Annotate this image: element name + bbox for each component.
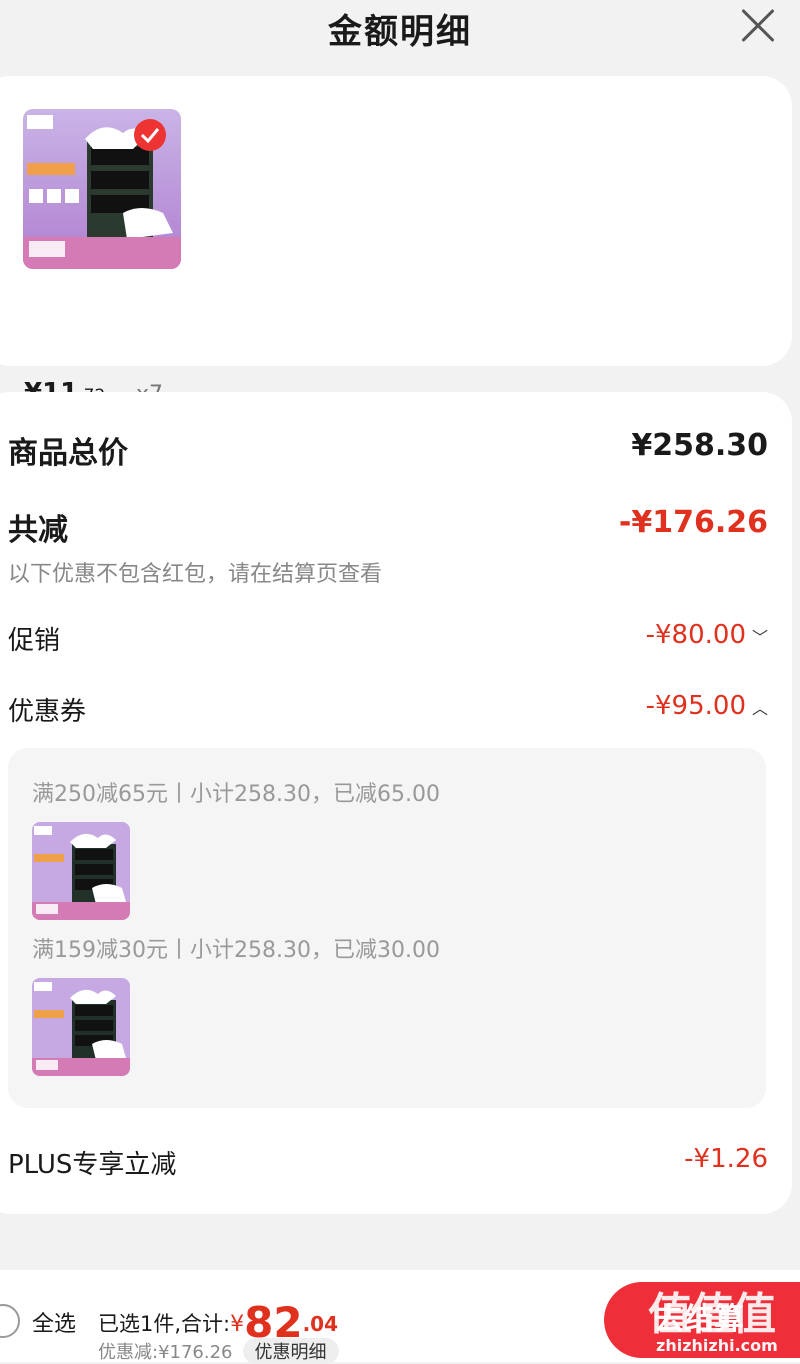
coupon-product-thumb-1[interactable] (32, 822, 130, 920)
coupon-value: -¥95.00 (645, 691, 746, 721)
tissue-thumb-icon (32, 822, 130, 920)
coupon-label: 优惠券 (8, 697, 87, 727)
product-image[interactable] (23, 109, 181, 269)
currency-symbol: ¥ (230, 1312, 245, 1337)
selected-prefix: 已选1件,合计: (98, 1312, 231, 1336)
tissue-thumb-icon (32, 978, 130, 1076)
total-reduce-label: 共减 (8, 513, 68, 548)
chevron-up-icon[interactable]: ︿ (752, 695, 768, 719)
chevron-down-icon[interactable]: ﹀ (752, 624, 768, 648)
promo-value: -¥80.00 (645, 620, 746, 650)
watermark-site: zhizhizhi.com (656, 1336, 778, 1355)
total-reduce-value: -¥176.26 (618, 505, 768, 540)
select-all-label[interactable]: 全选 (32, 1306, 76, 1338)
discount-line: 优惠减:¥176.26 优惠明细 (98, 1338, 339, 1364)
plus-value: -¥1.26 (684, 1144, 768, 1174)
select-all-radio[interactable] (0, 1304, 20, 1338)
discount-note: 以下优惠不包含红包，请在结算页查看 (8, 562, 383, 587)
page-title: 金额明细 (328, 12, 472, 52)
discount-text: 优惠减:¥176.26 (98, 1342, 233, 1363)
total-price-label: 商品总价 (8, 436, 128, 471)
coupon-product-thumb-2[interactable] (32, 978, 130, 1076)
discount-detail-button[interactable]: 优惠明细 (242, 1338, 339, 1364)
header: 金额明细 (0, 0, 800, 56)
tissue-product-icon (23, 109, 181, 269)
total-price-value: ¥258.30 (631, 428, 768, 463)
promo-label: 促销 (8, 626, 61, 656)
plus-label: PLUS专享立减 (8, 1150, 177, 1180)
coupon-detail-box: 满250减65元丨小计258.30，已减65.00 满159减30元丨小计258… (8, 748, 766, 1108)
coupon-value-wrap: -¥95.00 ︿ (646, 691, 768, 721)
watermark-logo: 值值值 (648, 1289, 776, 1340)
product-card: ¥11.72 x7 (0, 76, 792, 408)
coupon-line-1: 满250减65元丨小计258.30，已减65.00 (32, 782, 440, 807)
promo-value-wrap: -¥80.00 ﹀ (646, 620, 768, 650)
total-amount-dec: .04 (302, 1312, 339, 1336)
coupon-line-2: 满159减30元丨小计258.30，已减30.00 (32, 938, 440, 963)
close-icon[interactable] (738, 6, 778, 46)
